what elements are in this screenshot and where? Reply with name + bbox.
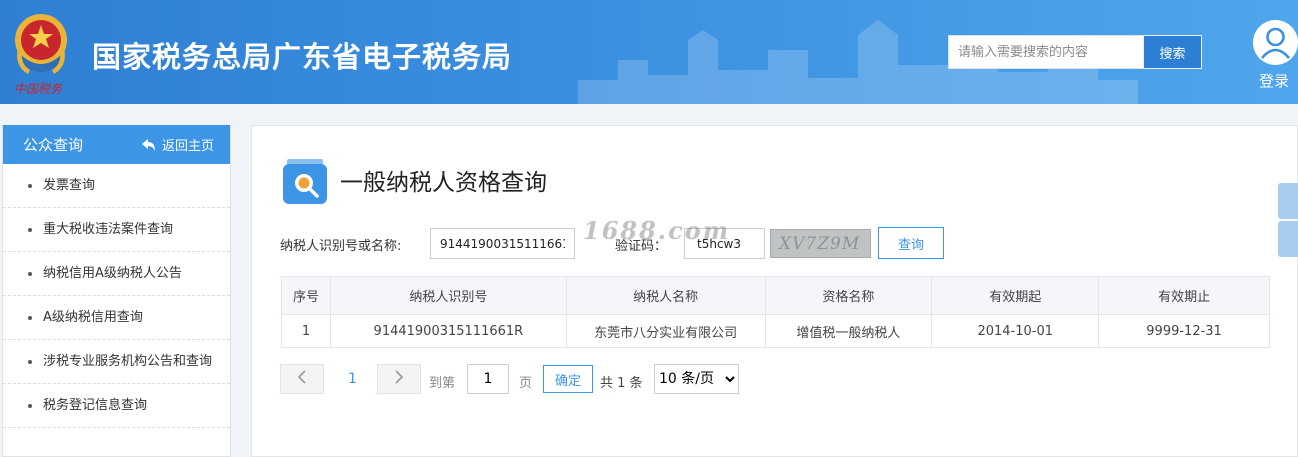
taxpayer-id-label: 纳税人识别号或名称: <box>280 239 402 254</box>
back-home-link[interactable]: 返回主页 <box>141 135 214 154</box>
query-button[interactable]: 查询 <box>878 227 944 259</box>
captcha-image[interactable]: XV7Z9M <box>770 229 871 258</box>
table-header-row: 序号 纳税人识别号 纳税人名称 资格名称 有效期起 有效期止 <box>281 276 1270 315</box>
sidebar-header: 公众查询 返回主页 <box>3 125 230 164</box>
sidebar-item-tax-agency-query[interactable]: 涉税专业服务机构公告和查询 <box>3 340 230 384</box>
col-header-valid-from: 有效期起 <box>931 276 1100 315</box>
sidebar-list: 发票查询 重大税收违法案件查询 纳税信用A级纳税人公告 A级纳税信用查询 涉税专… <box>3 164 230 428</box>
sidebar-item-invoice-query[interactable]: 发票查询 <box>3 164 230 208</box>
chevron-left-icon <box>297 369 306 384</box>
next-page-button[interactable] <box>377 364 421 394</box>
col-header-index: 序号 <box>281 276 331 315</box>
edit-icon[interactable] <box>1278 221 1298 257</box>
prev-page-button[interactable] <box>280 364 324 394</box>
goto-confirm-button[interactable]: 确定 <box>543 365 593 393</box>
search-document-icon <box>283 159 327 204</box>
table-row: 1 91441900315111661R 东莞市八分实业有限公司 增值税一般纳税… <box>281 314 1270 348</box>
emblem-caption: 中国税务 <box>14 82 63 96</box>
sidebar-item-a-credit-query[interactable]: A级纳税信用查询 <box>3 296 230 340</box>
cell-qualification: 增值税一般纳税人 <box>764 314 933 348</box>
total-count: 共 1 条 <box>600 376 643 391</box>
taxpayer-id-input[interactable] <box>430 228 575 259</box>
sidebar-item-a-credit-notice[interactable]: 纳税信用A级纳税人公告 <box>3 252 230 296</box>
cell-taxpayer-id: 91441900315111661R <box>329 314 567 348</box>
page-size-select[interactable]: 10 条/页 <box>654 364 739 394</box>
cell-valid-to: 9999-12-31 <box>1098 314 1270 348</box>
cell-taxpayer-name: 东莞市八分实业有限公司 <box>565 314 766 348</box>
result-table: 序号 纳税人识别号 纳税人名称 资格名称 有效期起 有效期止 1 9144190… <box>281 276 1270 348</box>
sidebar-title: 公众查询 <box>23 136 84 154</box>
return-arrow-icon <box>141 138 155 151</box>
chevron-right-icon <box>395 369 404 384</box>
palette-icon[interactable] <box>1278 183 1298 219</box>
sidebar-item-registration-query[interactable]: 税务登记信息查询 <box>3 384 230 428</box>
goto-suffix: 页 <box>519 376 533 391</box>
sidebar-item-tax-violation-query[interactable]: 重大税收违法案件查询 <box>3 208 230 252</box>
back-home-label: 返回主页 <box>161 139 214 154</box>
cell-index: 1 <box>281 314 331 348</box>
header-bar: 中国税务 国家税务总局广东省电子税务局 搜索 登录 <box>0 0 1298 104</box>
cell-valid-from: 2014-10-01 <box>931 314 1100 348</box>
current-page-number[interactable]: 1 <box>348 371 357 387</box>
goto-page-input[interactable] <box>467 364 509 394</box>
goto-prefix: 到第 <box>429 376 456 391</box>
sidebar: 公众查询 返回主页 发票查询 重大税收违法案件查询 纳税信用A级纳税人公告 A级… <box>2 125 231 457</box>
col-header-taxpayer-id: 纳税人识别号 <box>329 276 567 315</box>
page-title: 一般纳税人资格查询 <box>340 170 547 196</box>
col-header-valid-to: 有效期止 <box>1098 276 1270 315</box>
col-header-qualification: 资格名称 <box>764 276 933 315</box>
search-button[interactable]: 搜索 <box>1143 35 1202 69</box>
floating-toolbar <box>1278 183 1298 257</box>
col-header-taxpayer-name: 纳税人名称 <box>565 276 766 315</box>
captcha-image-text: XV7Z9M <box>779 234 861 254</box>
site-title: 国家税务总局广东省电子税务局 <box>92 40 513 74</box>
watermark-text: 1688.com <box>583 216 731 245</box>
login-link[interactable]: 登录 <box>1259 70 1289 91</box>
user-avatar-icon[interactable] <box>1253 20 1298 65</box>
search-input[interactable] <box>948 35 1143 69</box>
